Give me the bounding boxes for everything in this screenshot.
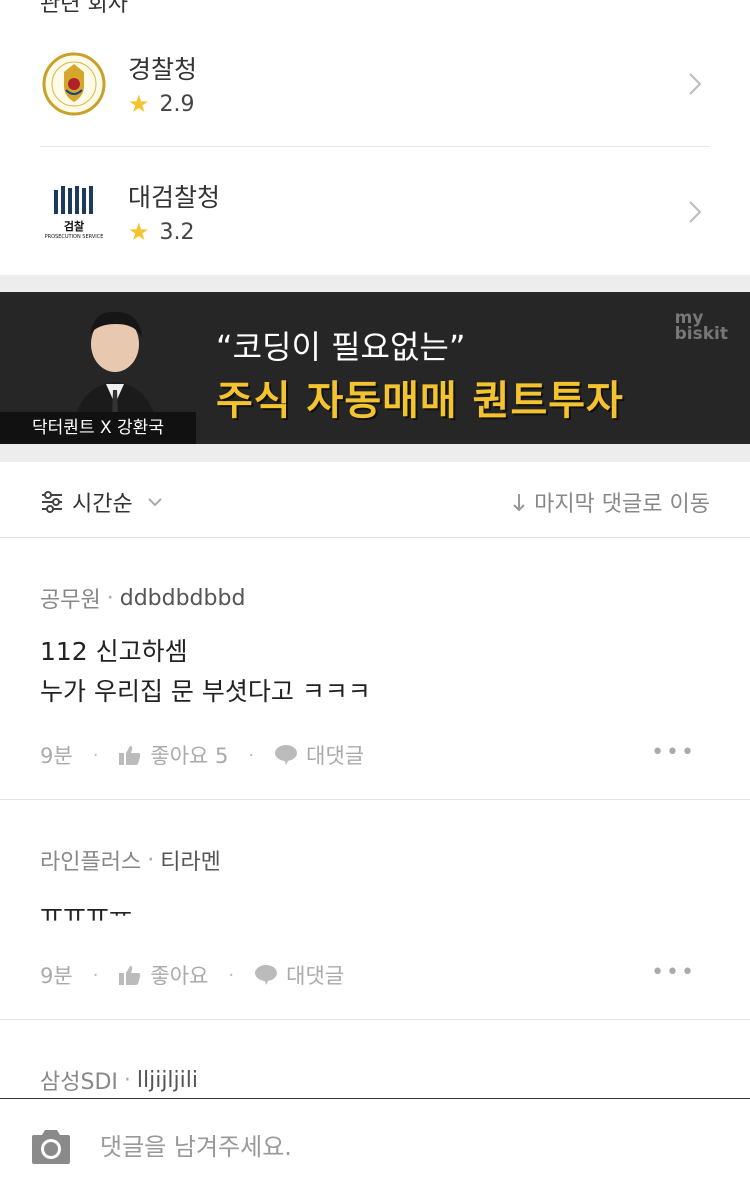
comment-line: ㅠㅠㅠᅲ xyxy=(40,899,133,928)
section-title: 관련 회사 xyxy=(40,0,128,17)
rating-value: 2.9 xyxy=(159,91,195,117)
like-label: 좋아요 5 xyxy=(150,744,229,768)
police-logo xyxy=(40,50,108,118)
comment-author[interactable]: 삼성SDI · lljijljili xyxy=(40,1064,198,1096)
company-rating: ★ 2.9 xyxy=(128,90,195,118)
separator-dot: · xyxy=(92,744,99,766)
author-company: 삼성SDI xyxy=(40,1070,118,1095)
sort-dropdown[interactable]: 시간순 xyxy=(40,486,171,518)
speech-bubble-icon xyxy=(275,745,298,765)
comment-body: 112 신고하셈 누가 우리집 문 부셧다고 ㅋㅋㅋ xyxy=(40,632,371,712)
star-icon: ★ xyxy=(128,218,150,246)
ad-banner[interactable]: “코딩이 필요없는” 주식 자동매매 퀀트투자 닥터퀀트 X 강환국 my bi… xyxy=(0,292,750,444)
like-button[interactable]: 좋아요 5 xyxy=(118,740,228,770)
sort-label: 시간순 xyxy=(72,492,133,517)
comment-sort-bar: 시간순 마지막 댓글로 이동 xyxy=(0,462,750,538)
comment-line: 112 신고하셈 xyxy=(40,637,188,666)
chevron-down-icon xyxy=(148,498,162,507)
speech-bubble-icon xyxy=(255,965,278,985)
comment-time: 9분 xyxy=(40,964,73,988)
separator-dot: · xyxy=(228,964,235,986)
section-gap xyxy=(0,444,750,462)
rating-value: 3.2 xyxy=(159,219,195,245)
comment-actions: 9분 · 좋아요 5 · 대댓글 xyxy=(40,740,364,770)
thumbs-up-icon xyxy=(119,746,141,765)
prosecution-logo: 검찰 PROSECUTION SERVICE xyxy=(40,178,108,246)
comment-item: 라인플러스 · 티라멘 ㅠㅠㅠᅲ 9분 · 좋아요 · 대댓글 ••• xyxy=(0,800,750,1020)
company-row-prosecution[interactable]: 검찰 PROSECUTION SERVICE 대검찰청 ★ 3.2 xyxy=(40,148,710,276)
comment-time: 9분 xyxy=(40,744,73,768)
comment-author[interactable]: 라인플러스 · 티라멘 xyxy=(40,844,221,876)
thumbs-up-icon xyxy=(119,966,141,985)
company-name: 대검찰청 xyxy=(128,183,221,212)
more-options-button[interactable]: ••• xyxy=(651,960,696,985)
comment-input[interactable] xyxy=(100,1127,700,1167)
prosecution-logo-sub: PROSECUTION SERVICE xyxy=(44,234,104,240)
reply-label: 대댓글 xyxy=(306,744,365,768)
author-nickname: 티라멘 xyxy=(160,850,221,875)
like-label: 좋아요 xyxy=(150,964,209,988)
comment-body: ㅠㅠㅠᅲ xyxy=(40,894,132,934)
comment-item: 삼성SDI · lljijljili xyxy=(0,1020,750,1098)
comment-actions: 9분 · 좋아요 · 대댓글 xyxy=(40,960,344,990)
chevron-right-icon xyxy=(689,73,702,95)
star-icon: ★ xyxy=(128,90,150,118)
author-nickname: ddbdbdbbd xyxy=(119,585,246,611)
comment-author[interactable]: 공무원 · ddbdbdbbd xyxy=(40,582,245,614)
banner-brand-line2: biskit xyxy=(674,324,728,344)
reply-button[interactable]: 대댓글 xyxy=(254,960,344,990)
company-row-police[interactable]: 경찰청 ★ 2.9 xyxy=(40,20,710,148)
jump-to-last-comment[interactable]: 마지막 댓글로 이동 xyxy=(512,486,710,518)
camera-icon[interactable] xyxy=(30,1129,72,1165)
comment-input-bar xyxy=(0,1098,750,1195)
related-companies-section: 관련 회사 경찰청 ★ 2.9 검찰 PROSECUTION SERVICE 대… xyxy=(0,0,750,275)
separator-dot: · xyxy=(123,1067,131,1093)
banner-tag: 닥터퀀트 X 강환국 xyxy=(0,412,196,444)
comment-item: 공무원 · ddbdbdbbd 112 신고하셈 누가 우리집 문 부셧다고 ㅋ… xyxy=(0,538,750,800)
banner-brand: my biskit xyxy=(674,310,728,344)
author-nickname: lljijljili xyxy=(136,1067,198,1093)
banner-quote: “코딩이 필요없는” xyxy=(216,328,466,366)
separator-dot: · xyxy=(92,964,99,986)
sliders-icon xyxy=(42,491,62,513)
company-rating: ★ 3.2 xyxy=(128,218,195,246)
separator-dot: · xyxy=(106,585,114,611)
banner-headline: 주식 자동매매 퀀트투자 xyxy=(216,378,624,424)
more-options-button[interactable]: ••• xyxy=(651,740,696,765)
comment-line: 누가 우리집 문 부셧다고 ㅋㅋㅋ xyxy=(40,677,371,706)
arrow-down-icon xyxy=(513,494,525,512)
company-name: 경찰청 xyxy=(128,55,198,84)
like-button[interactable]: 좋아요 xyxy=(118,960,208,990)
separator-dot: · xyxy=(248,744,255,766)
separator-dot: · xyxy=(147,847,155,873)
reply-label: 대댓글 xyxy=(286,964,345,988)
prosecution-logo-text: 검찰 xyxy=(63,220,85,233)
jump-label: 마지막 댓글로 이동 xyxy=(534,492,710,517)
divider xyxy=(40,146,710,147)
author-company: 공무원 xyxy=(40,588,101,613)
author-company: 라인플러스 xyxy=(40,850,142,875)
chevron-right-icon xyxy=(689,201,702,223)
section-gap xyxy=(0,275,750,292)
reply-button[interactable]: 대댓글 xyxy=(274,740,364,770)
